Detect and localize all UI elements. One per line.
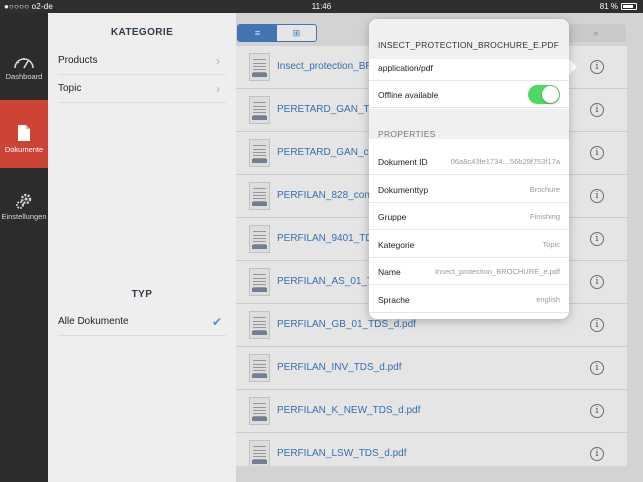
checkmark-icon: ✔ (211, 314, 222, 329)
property-key: Dokument ID (378, 157, 428, 167)
category-item-label: Products (58, 55, 98, 66)
main-nav-sidebar: Dashboard Dokumente Einstellungen (0, 13, 48, 482)
property-row: Sprache english (369, 285, 569, 313)
properties-header: PROPERTIES (378, 129, 436, 139)
property-key: Sprache (378, 294, 410, 305)
battery-percent: 81 % (599, 2, 618, 11)
nav-einstellungen-label: Einstellungen (1, 212, 47, 221)
offline-available-row: Offline available (369, 81, 569, 108)
mime-type-value: application/pdf (378, 63, 433, 73)
type-header: TYP (131, 289, 153, 300)
property-row: Kategorie Topic (369, 230, 569, 258)
battery-icon (621, 3, 637, 10)
property-value: 06a8c43fe1734…56b29f753f17a (450, 157, 560, 166)
document-icon (18, 125, 30, 141)
property-key: Dokumenttyp (378, 184, 429, 195)
category-header: KATEGORIE (110, 27, 174, 38)
property-value: Brochure (529, 184, 560, 194)
category-item-label: Topic (58, 83, 82, 94)
clock: 11:46 (311, 2, 332, 11)
property-key: Gruppe (378, 212, 407, 222)
type-item-alle-dokumente[interactable]: Alle Dokumente ✔ (58, 308, 226, 336)
offline-available-label: Offline available (378, 90, 439, 100)
property-value: Topic (542, 239, 560, 249)
property-row: Dokumenttyp Brochure (369, 175, 569, 203)
property-value: Finishing (529, 212, 560, 221)
nav-dashboard-label: Dashboard (5, 72, 43, 81)
mime-type-row: application/pdf (369, 54, 569, 81)
property-value: Insect_protection_BROCHURE_e.pdf (434, 267, 560, 276)
document-info-popover: INSECT_PROTECTION_BROCHURE_E.PDF applica… (369, 19, 569, 319)
popover-arrow (569, 59, 577, 75)
gauge-icon (14, 58, 34, 69)
offline-available-toggle[interactable] (528, 85, 560, 104)
property-value: english (536, 294, 560, 304)
property-key: Kategorie (378, 239, 415, 250)
chevron-right-icon: › (216, 81, 220, 96)
category-item-products[interactable]: Products › (58, 47, 226, 75)
property-row: Dokument ID 06a8c43fe1734…56b29f753f17a (369, 148, 569, 175)
property-row: Gruppe Finishing (369, 203, 569, 230)
status-bar: ●○○○○ o2-de 11:46 81 % (0, 0, 643, 13)
category-item-topic[interactable]: Topic › (58, 75, 226, 103)
property-key: Name (378, 267, 401, 277)
category-panel: KATEGORIE Products › Topic › TYP Alle Do… (48, 13, 236, 482)
nav-dokumente[interactable]: Dokumente (0, 100, 48, 168)
popover-title: INSECT_PROTECTION_BROCHURE_E.PDF (378, 40, 560, 50)
gears-icon (16, 193, 32, 209)
chevron-right-icon: › (216, 53, 220, 68)
nav-einstellungen[interactable]: Einstellungen (0, 193, 48, 261)
nav-dokumente-label: Dokumente (4, 145, 44, 154)
type-item-label: Alle Dokumente (58, 316, 129, 327)
property-row: Name Insect_protection_BROCHURE_e.pdf (369, 258, 569, 285)
